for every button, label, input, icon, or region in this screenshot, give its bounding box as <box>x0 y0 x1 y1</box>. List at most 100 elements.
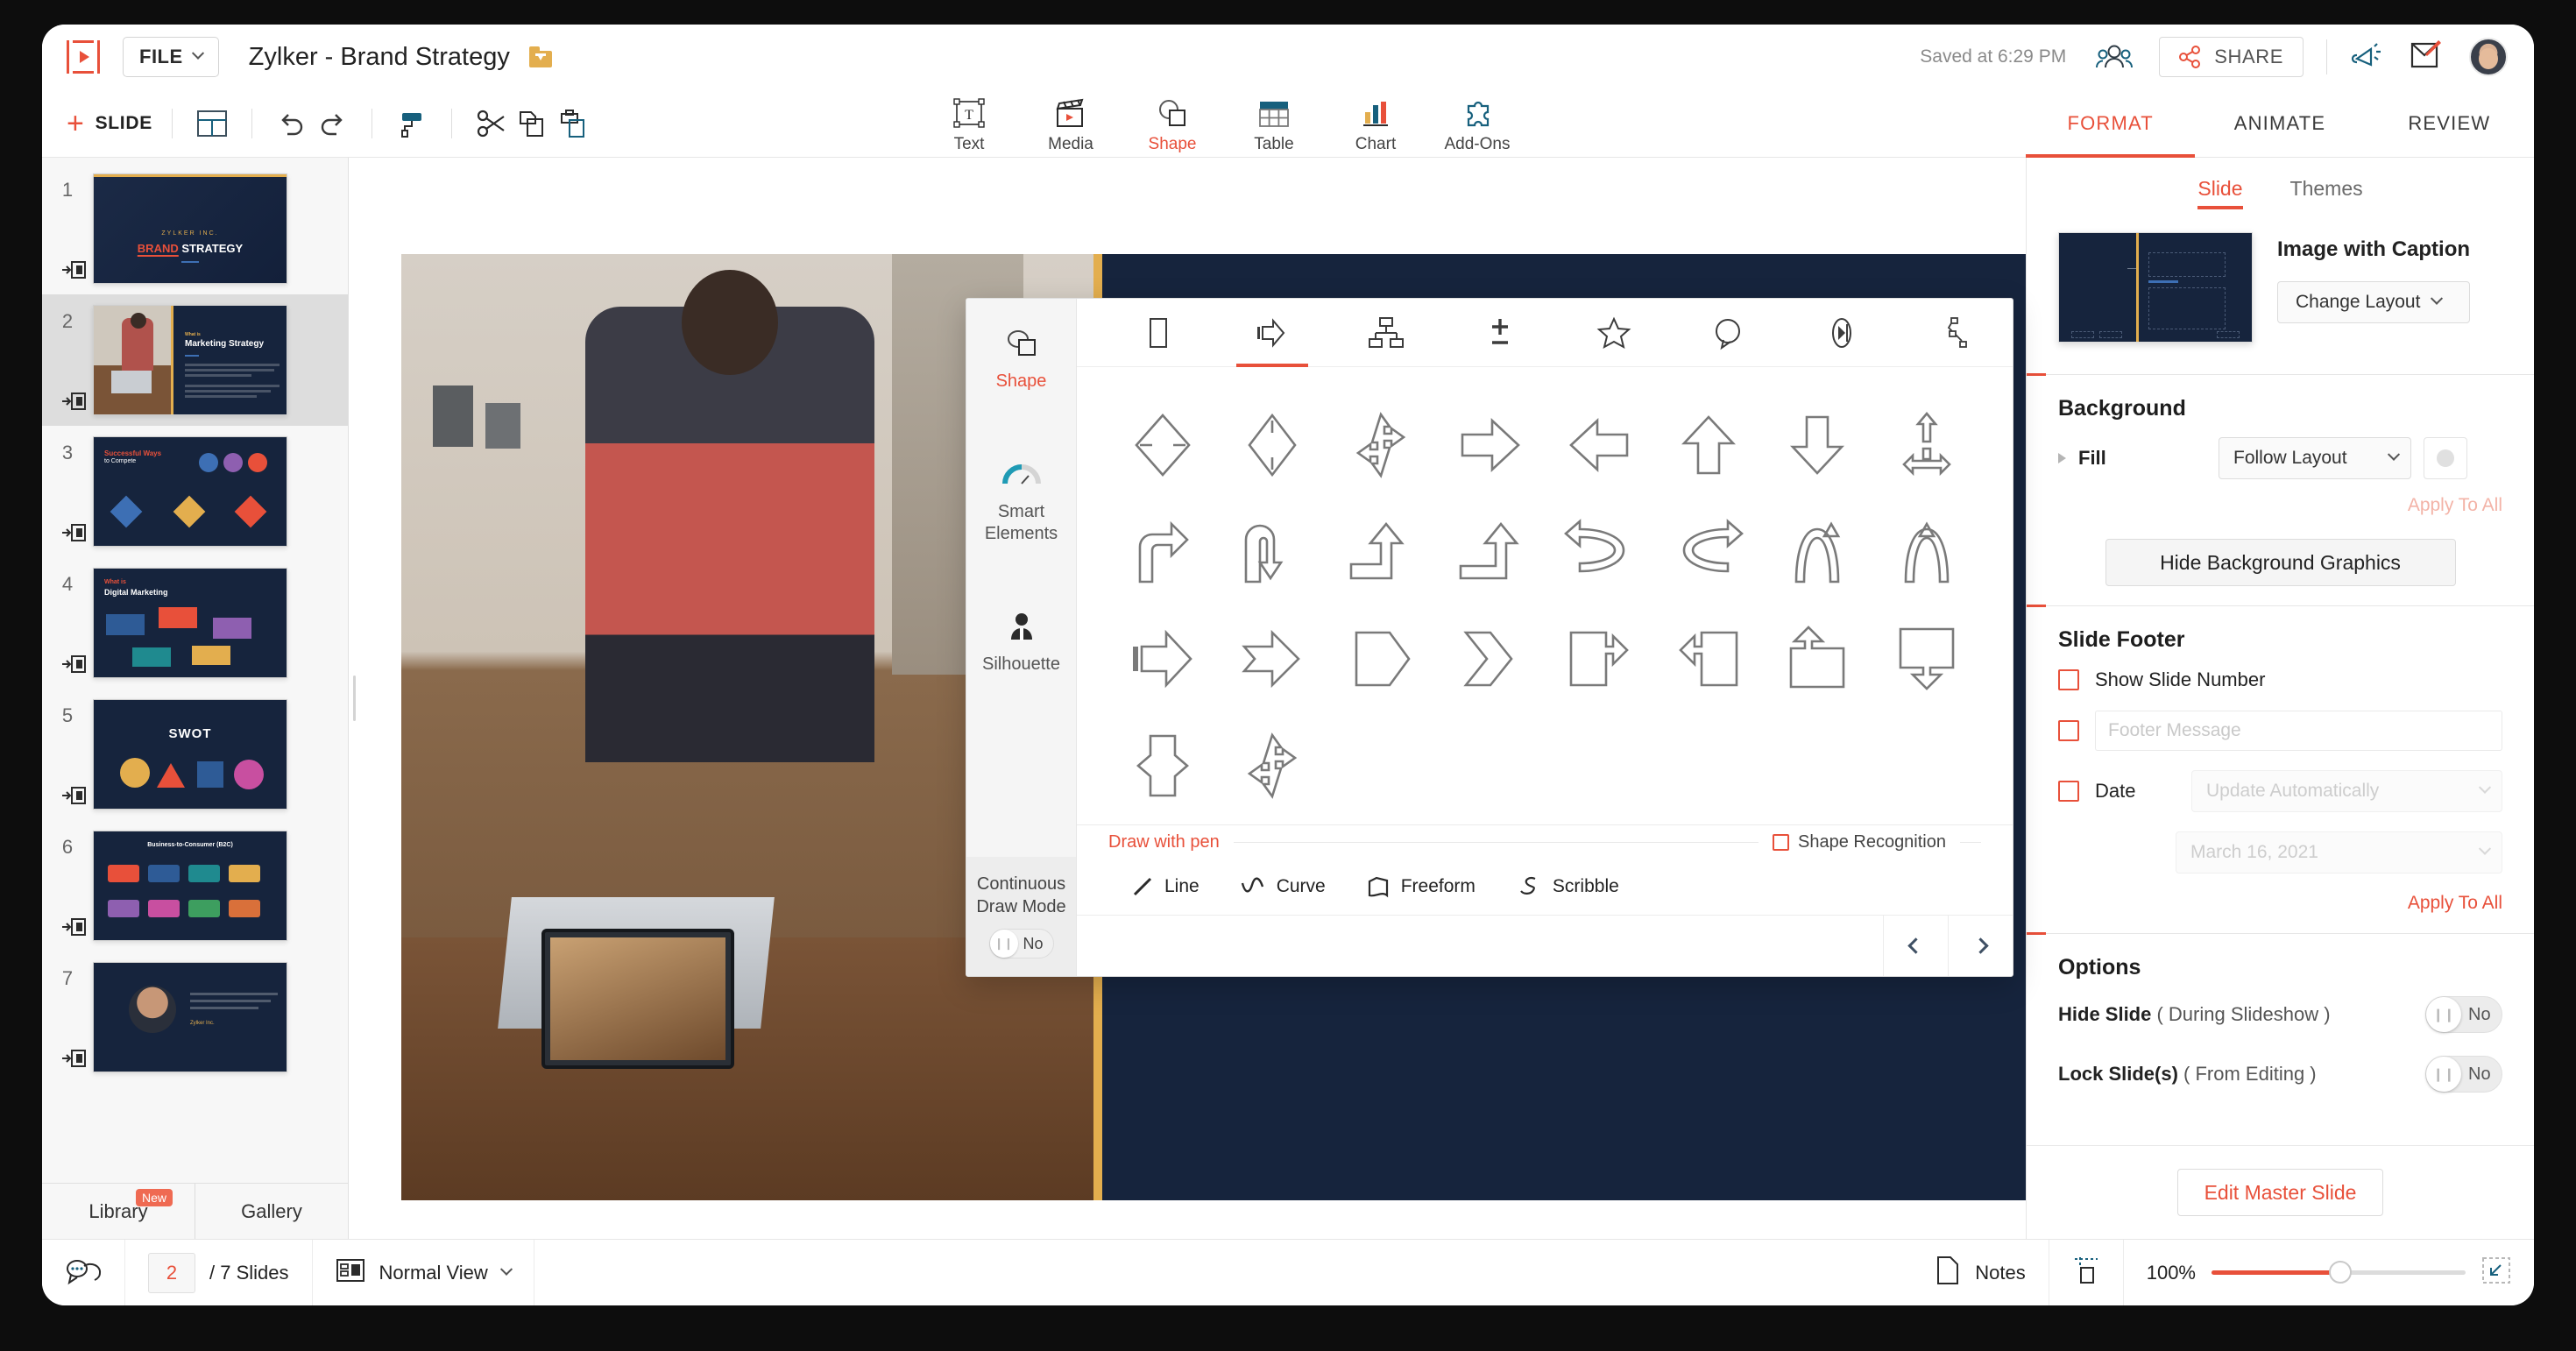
shape-up-down-arrow-diamond[interactable] <box>1232 405 1313 485</box>
shape-tab-flowchart[interactable] <box>1329 299 1443 367</box>
paint-roller-icon[interactable] <box>392 103 432 144</box>
insert-shape-button[interactable]: Shape <box>1122 89 1223 154</box>
insert-addons-button[interactable]: Add-Ons <box>1426 89 1528 154</box>
subtab-themes[interactable]: Themes <box>2290 177 2363 209</box>
shapes-popup[interactable]: Shape Smart Elements <box>966 298 2013 977</box>
date-mode-select[interactable]: Update Automatically <box>2191 770 2502 812</box>
shape-left-right-arrow-block[interactable] <box>1122 725 1203 806</box>
shape-u-turn-arrow[interactable] <box>1232 512 1313 592</box>
shape-next-button[interactable] <box>1948 916 2013 976</box>
insert-chart-button[interactable]: Chart <box>1325 89 1426 154</box>
transition-icon[interactable] <box>61 391 86 412</box>
transition-icon[interactable] <box>61 654 86 675</box>
zoom-slider[interactable] <box>2212 1270 2466 1275</box>
shape-quad-arrow-block[interactable] <box>1232 725 1313 806</box>
shape-chevron-arrow[interactable] <box>1450 619 1531 699</box>
shape-up-down-left-right-arrow[interactable] <box>1886 405 1967 485</box>
share-button[interactable]: SHARE <box>2159 37 2304 77</box>
folder-download-icon[interactable] <box>529 46 552 67</box>
current-slide-input[interactable]: 2 <box>148 1253 195 1293</box>
transition-icon[interactable] <box>61 916 86 937</box>
shape-recognition-checkbox[interactable]: Shape Recognition <box>1773 832 1946 852</box>
shape-tab-basic-shapes[interactable] <box>1101 299 1215 367</box>
shape-curved-down-arrow[interactable] <box>1886 512 1967 592</box>
shape-notched-right-arrow[interactable] <box>1232 619 1313 699</box>
shape-down-arrow[interactable] <box>1777 405 1858 485</box>
transition-icon[interactable] <box>61 259 86 280</box>
change-layout-button[interactable]: Change Layout <box>2277 281 2470 323</box>
guides-button[interactable] <box>2049 1240 2124 1305</box>
slide-thumbnail-5[interactable]: 5 SWOT <box>42 689 348 820</box>
redo-icon[interactable] <box>312 103 352 144</box>
pen-tool-freeform[interactable]: Freeform <box>1366 874 1476 899</box>
panel-splitter[interactable] <box>349 158 359 1239</box>
show-slide-number-checkbox[interactable] <box>2058 669 2079 690</box>
add-slide-button[interactable]: + SLIDE <box>67 109 152 138</box>
shape-curved-right-arrow[interactable] <box>1668 512 1749 592</box>
date-value-select[interactable]: March 16, 2021 <box>2176 831 2502 874</box>
slide-thumbnail-4[interactable]: 4 What is Digital Marketing <box>42 557 348 689</box>
shape-grid[interactable] <box>1077 367 2013 821</box>
slide-thumbnail-6[interactable]: 6 Business-to-Consumer (B2C) <box>42 820 348 951</box>
shape-curved-left-arrow[interactable] <box>1559 512 1639 592</box>
fill-color-swatch[interactable] <box>2424 437 2467 479</box>
shape-prev-button[interactable] <box>1883 916 1948 976</box>
transition-icon[interactable] <box>61 785 86 806</box>
paste-icon[interactable] <box>552 103 592 144</box>
shape-up-arrow-callout[interactable] <box>1777 619 1858 699</box>
zoho-show-logo[interactable] <box>67 40 100 74</box>
fit-to-screen-icon[interactable] <box>2481 1256 2511 1289</box>
undo-icon[interactable] <box>272 103 312 144</box>
popup-category-smart-elements[interactable]: Smart Elements <box>966 429 1076 545</box>
shape-tab-equation[interactable] <box>1443 299 1557 367</box>
continuous-draw-toggle[interactable]: ❙❙ No <box>989 929 1054 958</box>
pen-tool-curve[interactable]: Curve <box>1240 875 1326 898</box>
megaphone-icon[interactable] <box>2350 39 2387 74</box>
file-menu-button[interactable]: FILE <box>123 37 219 77</box>
zoom-slider-handle[interactable] <box>2329 1261 2352 1284</box>
insert-text-button[interactable]: T Text <box>918 89 1020 154</box>
document-title[interactable]: Zylker - Brand Strategy <box>249 43 510 72</box>
apply-to-all-footer[interactable]: Apply To All <box>2058 893 2502 914</box>
pen-tool-scribble[interactable]: Scribble <box>1516 874 1619 899</box>
popup-category-silhouette[interactable]: Silhouette <box>966 582 1076 676</box>
notes-button[interactable]: Notes <box>1912 1240 2049 1305</box>
shape-down-arrow-callout[interactable] <box>1886 619 1967 699</box>
tab-format[interactable]: FORMAT <box>2026 89 2195 157</box>
tab-library[interactable]: Library New <box>42 1184 195 1239</box>
shape-left-right-arrow-diamond[interactable] <box>1122 405 1203 485</box>
shape-tab-action-buttons[interactable] <box>1785 299 1899 367</box>
insert-media-button[interactable]: Media <box>1020 89 1122 154</box>
shape-tab-callouts[interactable] <box>1671 299 1785 367</box>
shape-up-arrow[interactable] <box>1668 405 1749 485</box>
transition-icon[interactable] <box>61 522 86 543</box>
pen-tool-line[interactable]: Line <box>1131 875 1200 898</box>
shape-right-arrow-callout[interactable] <box>1559 619 1639 699</box>
slide-canvas[interactable]: What is Marketing Strategy A marketing s… <box>359 158 2026 1239</box>
shape-tab-stars-banners[interactable] <box>1557 299 1671 367</box>
edit-master-slide-button[interactable]: Edit Master Slide <box>2177 1169 2384 1216</box>
comments-button[interactable] <box>42 1240 125 1305</box>
footer-message-checkbox[interactable] <box>2058 720 2079 741</box>
subtab-slide[interactable]: Slide <box>2197 177 2242 209</box>
slide-thumbnail-list[interactable]: 1 ZYLKER INC. BRAND STRATEGY 2 <box>42 158 348 1183</box>
shape-bent-up-right-arrow[interactable] <box>1450 512 1531 592</box>
user-avatar[interactable] <box>2469 38 2508 76</box>
edit-box-icon[interactable] <box>2410 39 2446 74</box>
shape-bent-arrow[interactable] <box>1122 512 1203 592</box>
slide-thumbnail-7[interactable]: 7 Zylker Inc. <box>42 951 348 1083</box>
apply-to-all-background[interactable]: Apply To All <box>2058 495 2502 516</box>
shape-left-arrow-callout[interactable] <box>1668 619 1749 699</box>
shape-quad-arrow-diamond[interactable] <box>1341 405 1421 485</box>
slide-thumbnail-2[interactable]: 2 What is Marketing Strategy <box>42 294 348 426</box>
popup-category-shape[interactable]: Shape <box>966 299 1076 393</box>
tab-gallery[interactable]: Gallery <box>195 1184 348 1239</box>
shape-left-arrow[interactable] <box>1559 405 1639 485</box>
shape-tab-connectors[interactable] <box>1899 299 2013 367</box>
hide-slide-toggle[interactable]: ❙❙ No <box>2425 996 2502 1033</box>
shape-bent-up-arrow[interactable] <box>1341 512 1421 592</box>
layout-preview[interactable] <box>2058 232 2253 343</box>
shape-pentagon-arrow[interactable] <box>1341 619 1421 699</box>
layout-icon[interactable] <box>192 103 232 144</box>
tab-review[interactable]: REVIEW <box>2365 89 2534 157</box>
